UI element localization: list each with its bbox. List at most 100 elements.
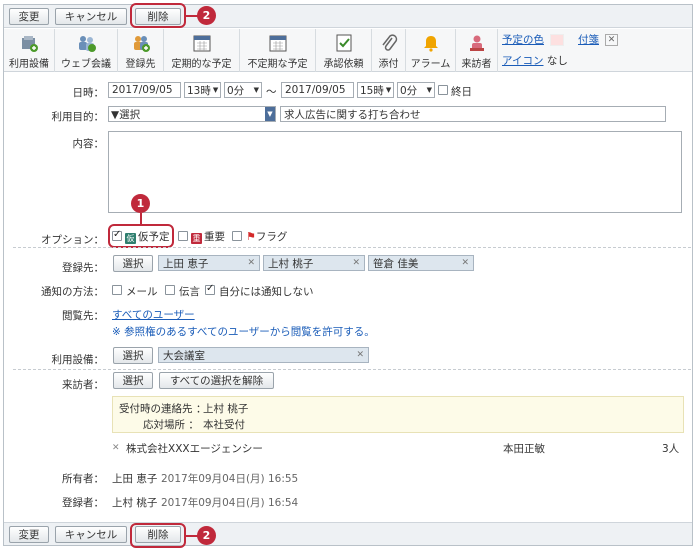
registrants-label: 登録先： bbox=[62, 262, 104, 274]
tentative-checkbox[interactable] bbox=[112, 229, 122, 241]
cancel-button[interactable]: キャンセル bbox=[55, 8, 127, 25]
tool-alarm[interactable]: アラーム bbox=[406, 29, 456, 72]
icon-link[interactable]: アイコン bbox=[502, 55, 543, 67]
registrar-name: 上村 桃子 bbox=[112, 497, 158, 509]
tool-registrant[interactable]: 登録先 bbox=[118, 29, 164, 72]
contact-value: 上村 桃子 bbox=[203, 403, 249, 415]
start-minute-select[interactable]: 0分 ▼ bbox=[224, 82, 262, 98]
change-button[interactable]: 変更 bbox=[9, 8, 49, 25]
all-users-link[interactable]: すべてのユーザー bbox=[112, 307, 195, 322]
content-label: 内容： bbox=[72, 138, 105, 150]
owner-name: 上田 恵子 bbox=[112, 473, 158, 485]
registrants-select-button[interactable]: 選択 bbox=[113, 255, 153, 272]
tool-irregular[interactable]: 不定期な予定 bbox=[240, 29, 316, 72]
clear-x-icon[interactable]: ✕ bbox=[605, 33, 618, 46]
divider bbox=[13, 369, 691, 370]
equipment-label: 利用設備： bbox=[51, 354, 105, 366]
notify-label: 通知の方法： bbox=[41, 286, 104, 298]
tool-equipment[interactable]: 利用設備 bbox=[4, 29, 55, 72]
registrant-chip: 上田 恵子 ✕ bbox=[158, 255, 260, 271]
visitor-company: 株式会社XXXエージェンシー bbox=[126, 443, 263, 455]
remove-icon[interactable]: ✕ bbox=[112, 443, 120, 453]
cancel-button[interactable]: キャンセル bbox=[55, 526, 127, 543]
web-meeting-icon bbox=[79, 36, 96, 52]
change-button[interactable]: 変更 bbox=[9, 526, 49, 543]
viewers-label: 閲覧先： bbox=[62, 310, 104, 322]
notify-memo-checkbox[interactable] bbox=[165, 285, 175, 295]
toolbar-options: 予定の色 付箋 ✕ アイコン なし bbox=[502, 32, 618, 68]
equipment-chip: 大会議室 ✕ bbox=[158, 347, 369, 363]
notify-self-checkbox[interactable] bbox=[205, 283, 215, 295]
tool-recurring[interactable]: 定期的な予定 bbox=[164, 29, 240, 72]
important-icon: 重 bbox=[191, 233, 202, 244]
registrant-icon bbox=[133, 36, 150, 52]
owner-label: 所有者： bbox=[62, 473, 104, 485]
viewers-note: ※ 参照権のあるすべてのユーザーから閲覧を許可する。 bbox=[112, 326, 375, 338]
datetime-label: 日時： bbox=[72, 87, 105, 99]
divider bbox=[13, 247, 691, 248]
color-swatch[interactable] bbox=[550, 33, 564, 46]
registrant-chip: 上村 桃子 ✕ bbox=[263, 255, 365, 271]
remove-icon[interactable]: ✕ bbox=[461, 258, 469, 268]
equipment-select-button[interactable]: 選択 bbox=[113, 347, 153, 364]
callout-line-1 bbox=[140, 213, 142, 224]
flag-option: ⚑フラグ bbox=[246, 230, 288, 243]
notify-mail-checkbox[interactable] bbox=[112, 285, 122, 295]
clear-selection-button[interactable]: すべての選択を解除 bbox=[159, 372, 274, 389]
important-checkbox[interactable] bbox=[178, 231, 188, 241]
start-date-input[interactable]: 2017/09/05 bbox=[108, 82, 181, 98]
place-label: 応対場所 ： bbox=[143, 419, 199, 431]
callout-badge-1: 1 bbox=[131, 194, 150, 213]
allday-checkbox[interactable] bbox=[438, 85, 448, 95]
visitors-label: 来訪者： bbox=[62, 379, 104, 391]
tool-visitor[interactable]: 来訪者 bbox=[456, 29, 498, 72]
important-option: 重重要 bbox=[191, 231, 225, 244]
options-label: オプション： bbox=[41, 234, 104, 246]
visitor-person: 本田正敏 bbox=[503, 443, 545, 455]
sticky-note-link[interactable]: 付箋 bbox=[578, 32, 599, 47]
tool-approval[interactable]: 承認依頼 bbox=[316, 29, 372, 72]
remove-icon[interactable]: ✕ bbox=[352, 258, 360, 268]
flag-checkbox[interactable] bbox=[232, 231, 242, 241]
notify-memo-label: 伝言 bbox=[179, 286, 200, 298]
visitor-count: 3人 bbox=[662, 443, 680, 455]
visitors-select-button[interactable]: 選択 bbox=[113, 372, 153, 389]
registrar-label: 登録者： bbox=[62, 497, 104, 509]
top-button-bar: 変更 キャンセル 削除 bbox=[4, 5, 692, 28]
end-hour-select[interactable]: 15時 ▼ bbox=[357, 82, 394, 98]
bell-icon bbox=[423, 36, 438, 52]
calendar-icon bbox=[269, 35, 286, 52]
start-hour-select[interactable]: 13時 ▼ bbox=[184, 82, 221, 98]
notify-self-label: 自分には通知しない bbox=[219, 286, 314, 298]
remove-icon[interactable]: ✕ bbox=[247, 258, 255, 268]
tool-attach[interactable]: 添付 bbox=[372, 29, 406, 72]
range-separator: 〜 bbox=[266, 86, 277, 98]
purpose-select[interactable]: ▼選択 ▼ bbox=[108, 106, 276, 122]
toolbar: 利用設備 ウェブ会議 登録先 定期的な予定 不定期な予定 承認依頼 添付 アラー… bbox=[4, 29, 692, 72]
icon-value: なし bbox=[546, 55, 568, 67]
bottom-button-bar: 変更 キャンセル 削除 bbox=[4, 522, 692, 545]
content-textarea[interactable] bbox=[108, 131, 682, 213]
notify-mail-label: メール bbox=[126, 286, 158, 298]
equipment-icon bbox=[22, 36, 38, 52]
tentative-option: 仮仮予定 bbox=[125, 231, 170, 244]
purpose-input[interactable]: 求人広告に関する打ち合わせ bbox=[280, 106, 666, 122]
delete-highlight bbox=[130, 3, 186, 28]
owner-date: 2017年09月04日(月) 16:55 bbox=[161, 473, 299, 485]
schedule-color-link[interactable]: 予定の色 bbox=[502, 32, 544, 47]
registrar-date: 2017年09月04日(月) 16:54 bbox=[161, 497, 299, 509]
end-minute-select[interactable]: 0分 ▼ bbox=[397, 82, 435, 98]
visitor-icon bbox=[469, 35, 484, 51]
place-value: 本社受付 bbox=[203, 419, 245, 431]
purpose-label: 利用目的： bbox=[51, 111, 105, 123]
calendar-icon bbox=[193, 35, 210, 52]
end-date-input[interactable]: 2017/09/05 bbox=[281, 82, 354, 98]
tentative-icon: 仮 bbox=[125, 233, 136, 244]
tool-web-meeting[interactable]: ウェブ会議 bbox=[55, 29, 118, 72]
callout-badge-2: 2 bbox=[197, 6, 216, 25]
paperclip-icon bbox=[381, 34, 397, 51]
approval-icon bbox=[336, 34, 351, 52]
delete-highlight bbox=[130, 523, 186, 548]
remove-icon[interactable]: ✕ bbox=[356, 350, 364, 360]
visitor-reception-panel: 受付時の連絡先 ： 上村 桃子 応対場所 ： 本社受付 bbox=[112, 396, 684, 433]
